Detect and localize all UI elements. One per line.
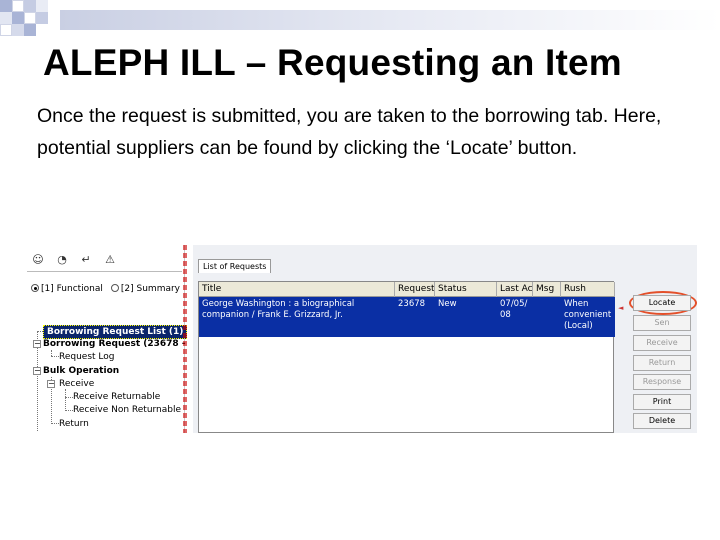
decorative-header	[0, 0, 720, 40]
globe-icon[interactable]: ☺	[31, 253, 45, 267]
receive-button[interactable]: Receive	[633, 335, 691, 351]
navigation-pane: ☺ ◔ ↵ ⚠ [1] Functional [2] Summary Borro…	[25, 245, 188, 433]
tree-connector	[51, 423, 59, 424]
tree-connector	[65, 410, 73, 411]
radio-unselected-icon	[110, 284, 119, 292]
locate-button[interactable]: Locate	[633, 295, 691, 311]
column-header-msg[interactable]: Msg	[533, 282, 561, 297]
pane-splitter[interactable]	[183, 245, 187, 433]
table-header: Title Request Status Last Ac Msg Rush	[199, 282, 615, 297]
warning-icon[interactable]: ⚠	[103, 253, 117, 267]
radio-summary[interactable]: [2] Summary	[110, 283, 181, 294]
pointer-arrow-icon: ◄	[618, 304, 624, 312]
tree-connector	[65, 389, 66, 409]
tree-connector	[65, 397, 73, 398]
cell-rush: When convenient (Local)	[564, 299, 612, 331]
deco-square	[0, 24, 12, 36]
cell-title: George Washington : a biographical compa…	[202, 299, 355, 320]
deco-square	[36, 12, 48, 24]
cell-status: New	[438, 299, 457, 309]
tree-item-borrowing-request[interactable]: Borrowing Request (23678 -	[43, 338, 186, 350]
borrowing-pane: List of Requests Title Request Status La…	[193, 245, 697, 433]
tab-list-of-requests[interactable]: List of Requests	[198, 259, 272, 273]
deco-square	[12, 24, 24, 36]
column-header-request[interactable]: Request	[395, 282, 435, 297]
column-header-title[interactable]: Title	[199, 282, 395, 297]
deco-square	[24, 0, 36, 12]
tree-item-bulk-operation[interactable]: Bulk Operation	[43, 365, 119, 377]
delete-button[interactable]: Delete	[633, 413, 691, 429]
deco-square	[12, 12, 24, 24]
slide-body-text: Once the request is submitted, you are t…	[37, 105, 662, 159]
radio-functional-label: [1] Functional	[41, 284, 103, 294]
radio-selected-icon	[31, 284, 39, 292]
deco-square	[24, 24, 36, 36]
tree-item-request-log[interactable]: Request Log	[59, 351, 115, 363]
radio-summary-label: [2] Summary	[120, 284, 181, 294]
tree-item-receive-returnable[interactable]: Receive Returnable	[73, 391, 160, 403]
tree-item-borrowing-request-list[interactable]: Borrowing Request List (1)	[43, 325, 188, 339]
table-row[interactable]: George Washington : a biographical compa…	[199, 297, 615, 337]
tree-item-return[interactable]: Return	[59, 418, 89, 430]
column-header-rush[interactable]: Rush	[561, 282, 615, 297]
view-radio-group: [1] Functional [2] Summary	[31, 283, 180, 294]
print-button[interactable]: Print	[633, 394, 691, 410]
header-gradient-bar	[60, 10, 720, 30]
collapse-icon[interactable]: −	[33, 340, 41, 348]
tree-connector	[51, 356, 59, 357]
aleph-screenshot: ☺ ◔ ↵ ⚠ [1] Functional [2] Summary Borro…	[25, 245, 697, 433]
radio-functional[interactable]: [1] Functional	[31, 283, 103, 294]
collapse-icon[interactable]: −	[33, 367, 41, 375]
tree-item-receive-non-returnable[interactable]: Receive Non Returnable	[73, 404, 181, 416]
cell-last-action: 07/05/ 08	[500, 299, 528, 320]
column-header-last-action[interactable]: Last Ac	[497, 282, 533, 297]
deco-square	[0, 0, 12, 12]
column-header-status[interactable]: Status	[435, 282, 497, 297]
collapse-icon[interactable]: −	[47, 380, 55, 388]
send-button[interactable]: Sen	[633, 315, 691, 331]
toolbar-divider	[27, 271, 182, 272]
deco-square	[12, 0, 24, 12]
cell-request: 23678	[398, 299, 426, 309]
toolbar: ☺ ◔ ↵ ⚠	[31, 253, 117, 267]
deco-square	[24, 12, 36, 24]
response-button[interactable]: Response	[633, 374, 691, 390]
clock-icon[interactable]: ◔	[55, 253, 69, 267]
return-button[interactable]: Return	[633, 355, 691, 371]
deco-square	[36, 0, 48, 12]
deco-square	[0, 12, 12, 24]
slide-title: ALEPH ILL – Requesting an Item	[43, 42, 622, 83]
requests-table: Title Request Status Last Ac Msg Rush Ge…	[198, 281, 615, 433]
return-icon[interactable]: ↵	[79, 253, 93, 267]
